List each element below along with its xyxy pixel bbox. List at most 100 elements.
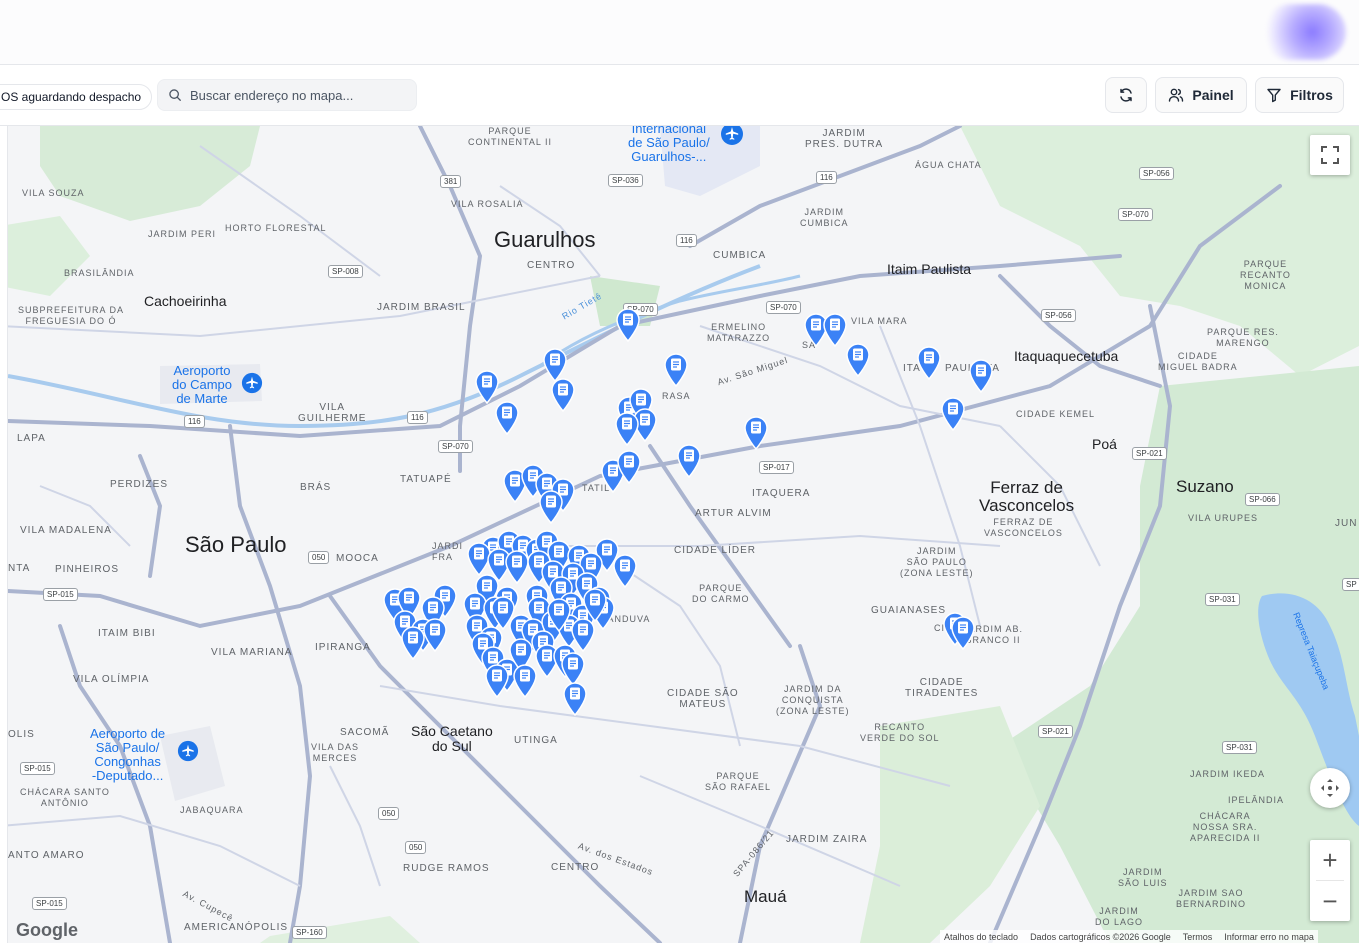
order-pin[interactable] [615,308,641,342]
airport-icon [177,740,199,762]
road-shield: SP-070 [1118,208,1153,221]
order-pin[interactable] [542,348,568,382]
top-header [0,0,1359,65]
order-pin[interactable] [612,554,638,588]
park-area [40,126,260,221]
order-pin[interactable] [546,598,572,632]
report-error-link[interactable]: Informar erro no mapa [1224,930,1314,943]
label-cidade-lider: CIDADE LÍDER [674,545,757,556]
label-cidade-kemel: CIDADE KEMEL [1016,409,1096,419]
order-pin[interactable] [494,401,520,435]
label-mooca: MOOCA [336,553,379,564]
order-pin[interactable] [484,664,510,698]
label-sao-caetano: São Caetano do Sul [411,723,493,754]
map-toolbar: OS aguardando despacho Painel Filtros [0,65,1359,126]
panel-button[interactable]: Painel [1155,77,1247,113]
label-vila-mariana: VILA MARIANA [211,647,293,658]
label-ipiranga: IPIRANGA [315,642,371,653]
zoom-in-button[interactable]: + [1310,840,1350,880]
order-pin[interactable] [562,682,588,716]
road-shield: SP-031 [1205,593,1240,606]
refresh-icon [1120,88,1132,102]
order-pin[interactable] [845,343,871,377]
pending-dispatch-chip[interactable]: OS aguardando despacho [0,84,153,110]
label-perdizes: PERDIZES [110,479,169,490]
order-pin[interactable] [614,412,640,446]
label-parque-sao-rafael: PARQUE SÃO RAFAEL [705,771,772,792]
order-pin[interactable] [512,664,538,698]
park-area [960,126,1359,376]
label-suzano: Suzano [1176,477,1234,496]
road-shield: SP-066 [1245,493,1280,506]
label-aeroporto-marte: Aeroporto do Campo de Marte [172,363,232,406]
road-shield: SP-070 [766,301,801,314]
label-lapa: LAPA [17,433,46,444]
address-search-input[interactable] [190,80,410,110]
order-pin[interactable] [582,588,608,622]
keyboard-shortcuts-link[interactable]: Atalhos do teclado [944,930,1018,943]
label-chacara-santo-antonio: CHÁCARA SANTO ANTÔNIO [20,787,110,808]
road-shield: SP-021 [1132,447,1167,460]
label-cachoeirinha: Cachoeirinha [144,293,227,309]
road-shield: 116 [676,234,697,247]
zoom-out-button[interactable]: − [1310,881,1350,921]
label-jardim-sao-luis: JARDIM SÃO LUIS [1118,867,1168,888]
label-itaim-paulista: Itaim Paulista [887,261,972,277]
label-jardim-peri: JARDIM PERI [148,229,217,239]
filters-button[interactable]: Filtros [1255,77,1344,113]
road-shield: SP-017 [759,461,794,474]
order-pin[interactable] [538,490,564,524]
order-pin[interactable] [676,444,702,478]
label-tatuape: TATUAPÉ [400,474,452,485]
google-logo: Google [16,920,78,940]
order-pin[interactable] [916,346,942,380]
label-vila-urupes: VILA URUPES [1188,513,1259,523]
order-pin[interactable] [663,353,689,387]
label-jardim-conquista: JARDIM DA CONQUISTA (ZONA LESTE) [776,684,850,716]
users-icon [1169,88,1184,102]
address-search[interactable] [157,79,417,111]
label-vila-souza: VILA SOUZA [22,188,85,198]
label-artur-alvim: ARTUR ALVIM [695,508,772,519]
order-pin[interactable] [616,450,642,484]
label-vila-das-merces: VILA DAS MERCES [311,742,360,763]
order-pin[interactable] [822,313,848,347]
road-shield: 116 [407,411,428,424]
road-shield: 116 [184,415,205,428]
order-pin[interactable] [968,359,994,393]
road-shield: SP-056 [1041,309,1076,322]
order-pin[interactable] [560,652,586,686]
order-pin[interactable] [474,370,500,404]
road-shield: SP-015 [43,588,78,601]
label-sacoma: SACOMÃ [340,727,390,738]
map-canvas[interactable]: Guarulhos CENTRO CUMBICA Itaim Paulista … [0,126,1359,943]
order-pin[interactable] [490,596,516,630]
user-avatar[interactable] [1262,4,1346,60]
label-itaquera: ITAQUERA [752,488,811,499]
camera-control-button[interactable] [1310,768,1350,808]
label-jardim-sao-paulo-zl: JARDIM SÃO PAULO (ZONA LESTE) [900,546,974,578]
road-shield: 050 [378,807,400,820]
label-parque-continental: PARQUE CONTINENTAL II [468,126,553,147]
refresh-button[interactable] [1105,77,1147,113]
fullscreen-button[interactable] [1310,135,1350,175]
order-pin[interactable] [950,616,976,650]
label-vila-mara: VILA MARA [851,316,908,326]
label-jardim-do-lago: JARDIM DO LAGO [1095,906,1144,927]
terms-link[interactable]: Termos [1183,930,1213,943]
order-pin[interactable] [940,397,966,431]
label-cidade-miguel-badra: CIDADE MIGUEL BADRA [1158,351,1238,372]
label-jabaquara: JABAQUARA [180,805,244,815]
order-pin[interactable] [550,378,576,412]
fullscreen-icon [1321,146,1339,164]
road-shield: SP-036 [608,174,643,187]
label-ermelino: ERMELINO MATARAZZO [707,322,771,343]
zoom-control: + − [1310,840,1350,921]
road-shield: SP-031 [1222,741,1257,754]
road-shield: 381 [440,175,462,188]
road-shield: 116 [816,171,837,184]
order-pin[interactable] [743,416,769,450]
order-pin[interactable] [422,618,448,652]
label-bras: BRÁS [300,482,332,493]
label-itaim-bibi: ITAIM BIBI [98,628,156,639]
